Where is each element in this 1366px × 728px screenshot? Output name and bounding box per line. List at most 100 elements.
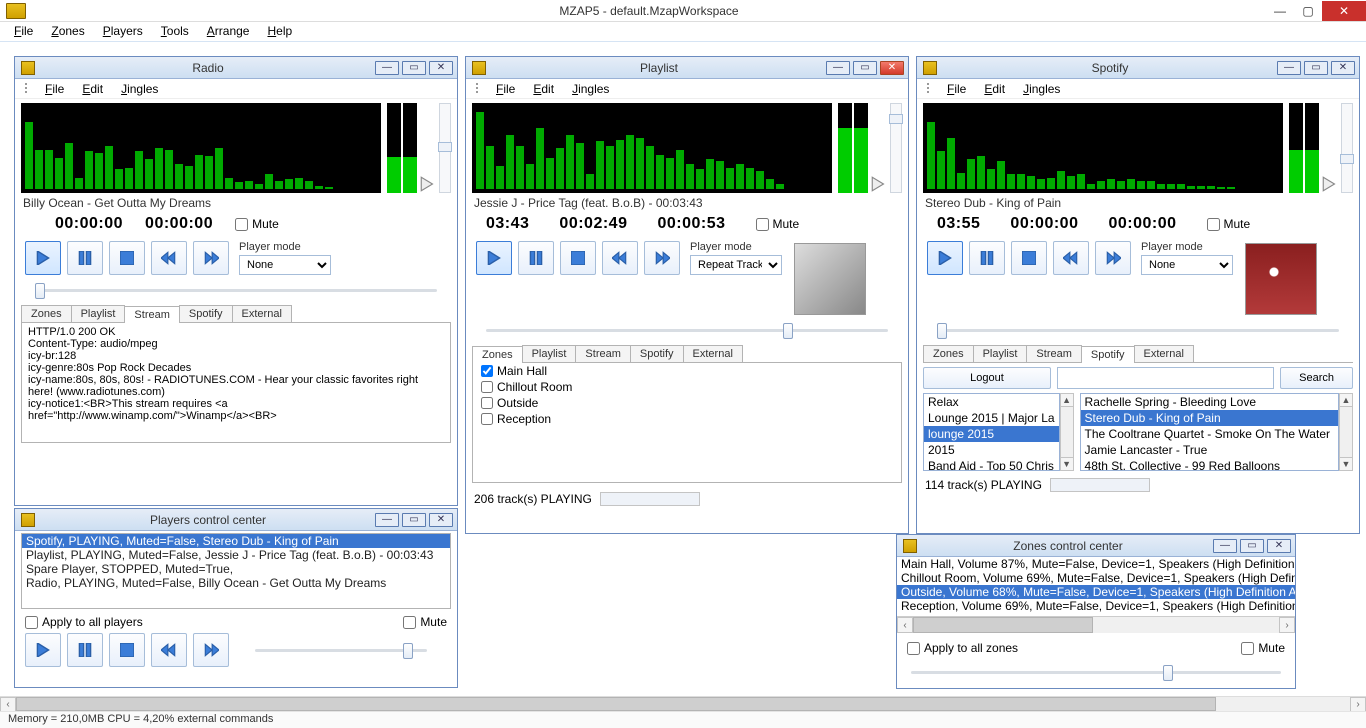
scroll-right-button[interactable]: › — [1350, 697, 1366, 712]
panel-close-button[interactable]: ✕ — [429, 513, 453, 527]
panel-minimize-button[interactable]: — — [1213, 539, 1237, 553]
panel-minimize-button[interactable]: — — [375, 61, 399, 75]
close-button[interactable]: ✕ — [1322, 1, 1366, 21]
volume-slider[interactable] — [235, 639, 447, 661]
stop-button[interactable] — [560, 241, 596, 275]
prev-button[interactable] — [151, 633, 187, 667]
pause-button[interactable] — [969, 241, 1005, 275]
list-item[interactable]: Jamie Lancaster - True — [1081, 442, 1338, 458]
seek-slider[interactable] — [466, 319, 908, 341]
panel-restore-button[interactable]: ▭ — [853, 61, 877, 75]
list-item[interactable]: Spotify, PLAYING, Muted=False, Stereo Du… — [22, 534, 450, 548]
list-item[interactable]: 48th St. Collective - 99 Red Balloons — [1081, 458, 1338, 471]
list-item[interactable]: Lounge 2015 | Major La — [924, 410, 1059, 426]
menu-arrange[interactable]: Arrange — [207, 24, 250, 39]
pause-button[interactable] — [518, 241, 554, 275]
tab-external[interactable]: External — [1134, 345, 1194, 362]
stop-button[interactable] — [109, 633, 145, 667]
panel-menu-file[interactable]: File — [45, 82, 64, 96]
panel-minimize-button[interactable]: — — [375, 513, 399, 527]
next-button[interactable] — [193, 241, 229, 275]
panel-menu-file[interactable]: File — [496, 82, 515, 96]
mute-checkbox[interactable]: Mute — [1241, 641, 1285, 655]
panel-spotify-header[interactable]: Spotify — ▭ ✕ — [917, 57, 1359, 79]
tab-external[interactable]: External — [232, 305, 292, 322]
list-item[interactable]: Reception, Volume 69%, Mute=False, Devic… — [897, 599, 1295, 613]
panel-menu-jingles[interactable]: Jingles — [572, 82, 609, 96]
tab-zones[interactable]: Zones — [923, 345, 974, 362]
list-item[interactable]: The Cooltrane Quartet - Smoke On The Wat… — [1081, 426, 1338, 442]
zone-item[interactable]: Main Hall — [473, 363, 901, 379]
player-mode-select[interactable]: Repeat Track — [690, 255, 782, 275]
pcc-list[interactable]: Spotify, PLAYING, Muted=False, Stereo Du… — [21, 533, 451, 609]
scroll-buttons[interactable]: ▲▼ — [1339, 393, 1353, 471]
panel-radio-header[interactable]: Radio — ▭ ✕ — [15, 57, 457, 79]
list-item[interactable]: 2015 — [924, 442, 1059, 458]
zcc-list[interactable]: Main Hall, Volume 87%, Mute=False, Devic… — [897, 557, 1295, 617]
play-button[interactable] — [927, 241, 963, 275]
minimize-button[interactable]: — — [1266, 1, 1294, 21]
play-button[interactable] — [25, 633, 61, 667]
stream-info-text[interactable]: HTTP/1.0 200 OK Content-Type: audio/mpeg… — [21, 323, 451, 443]
workspace-hscroll[interactable]: ‹ › — [0, 696, 1366, 711]
menu-tools[interactable]: Tools — [161, 24, 189, 39]
zcc-hscroll[interactable]: ‹ › — [897, 617, 1295, 633]
player-mode-select[interactable]: None — [239, 255, 331, 275]
panel-menu-jingles[interactable]: Jingles — [121, 82, 158, 96]
tab-zones[interactable]: Zones — [472, 346, 523, 363]
panel-restore-button[interactable]: ▭ — [1240, 539, 1264, 553]
panel-menu-edit[interactable]: Edit — [82, 82, 103, 96]
tab-spotify[interactable]: Spotify — [630, 345, 684, 362]
spotify-tracks-list[interactable]: Rachelle Spring - Bleeding Love Stereo D… — [1080, 393, 1339, 471]
prev-button[interactable] — [602, 241, 638, 275]
tab-stream[interactable]: Stream — [124, 306, 179, 323]
tab-spotify[interactable]: Spotify — [1081, 346, 1135, 363]
search-button[interactable]: Search — [1280, 367, 1353, 389]
tab-stream[interactable]: Stream — [1026, 345, 1081, 362]
mute-checkbox[interactable]: Mute — [403, 615, 447, 629]
mute-checkbox[interactable]: Mute — [1207, 217, 1251, 231]
zone-item[interactable]: Reception — [473, 411, 901, 427]
zone-volume-slider[interactable] — [897, 663, 1295, 685]
list-item[interactable]: Relax — [924, 394, 1059, 410]
panel-minimize-button[interactable]: — — [826, 61, 850, 75]
mute-checkbox[interactable]: Mute — [756, 217, 800, 231]
panel-close-button[interactable]: ✕ — [880, 61, 904, 75]
menu-file[interactable]: File — [14, 24, 33, 39]
spotify-playlists-list[interactable]: Relax Lounge 2015 | Major La lounge 2015… — [923, 393, 1060, 471]
prev-button[interactable] — [1053, 241, 1089, 275]
tab-external[interactable]: External — [683, 345, 743, 362]
scroll-right-button[interactable]: › — [1279, 617, 1295, 633]
panel-close-button[interactable]: ✕ — [1267, 539, 1291, 553]
next-button[interactable] — [1095, 241, 1131, 275]
list-item[interactable]: Spare Player, STOPPED, Muted=True, — [22, 562, 450, 576]
play-button[interactable] — [25, 241, 61, 275]
scroll-left-button[interactable]: ‹ — [897, 617, 913, 633]
panel-minimize-button[interactable]: — — [1277, 61, 1301, 75]
prev-button[interactable] — [151, 241, 187, 275]
balance-marker-icon[interactable] — [1321, 175, 1339, 193]
stop-button[interactable] — [1011, 241, 1047, 275]
search-input[interactable] — [1057, 367, 1274, 389]
panel-restore-button[interactable]: ▭ — [402, 61, 426, 75]
panel-restore-button[interactable]: ▭ — [402, 513, 426, 527]
panel-playlist-header[interactable]: Playlist — ▭ ✕ — [466, 57, 908, 79]
list-item[interactable]: lounge 2015 — [924, 426, 1059, 442]
menu-zones[interactable]: Zones — [51, 24, 84, 39]
volume-slider-vertical[interactable] — [890, 103, 902, 193]
pcc-header[interactable]: Players control center — ▭ ✕ — [15, 509, 457, 531]
list-item[interactable]: Radio, PLAYING, Muted=False, Billy Ocean… — [22, 576, 450, 590]
tab-playlist[interactable]: Playlist — [973, 345, 1028, 362]
scroll-left-button[interactable]: ‹ — [0, 697, 16, 712]
panel-close-button[interactable]: ✕ — [1331, 61, 1355, 75]
tab-zones[interactable]: Zones — [21, 305, 72, 322]
pause-button[interactable] — [67, 241, 103, 275]
balance-marker-icon[interactable] — [419, 175, 437, 193]
next-button[interactable] — [644, 241, 680, 275]
seek-slider[interactable] — [15, 279, 457, 301]
panel-menu-edit[interactable]: Edit — [533, 82, 554, 96]
list-item[interactable]: Outside, Volume 68%, Mute=False, Device=… — [897, 585, 1295, 599]
volume-slider-vertical[interactable] — [1341, 103, 1353, 193]
zone-item[interactable]: Outside — [473, 395, 901, 411]
zone-item[interactable]: Chillout Room — [473, 379, 901, 395]
